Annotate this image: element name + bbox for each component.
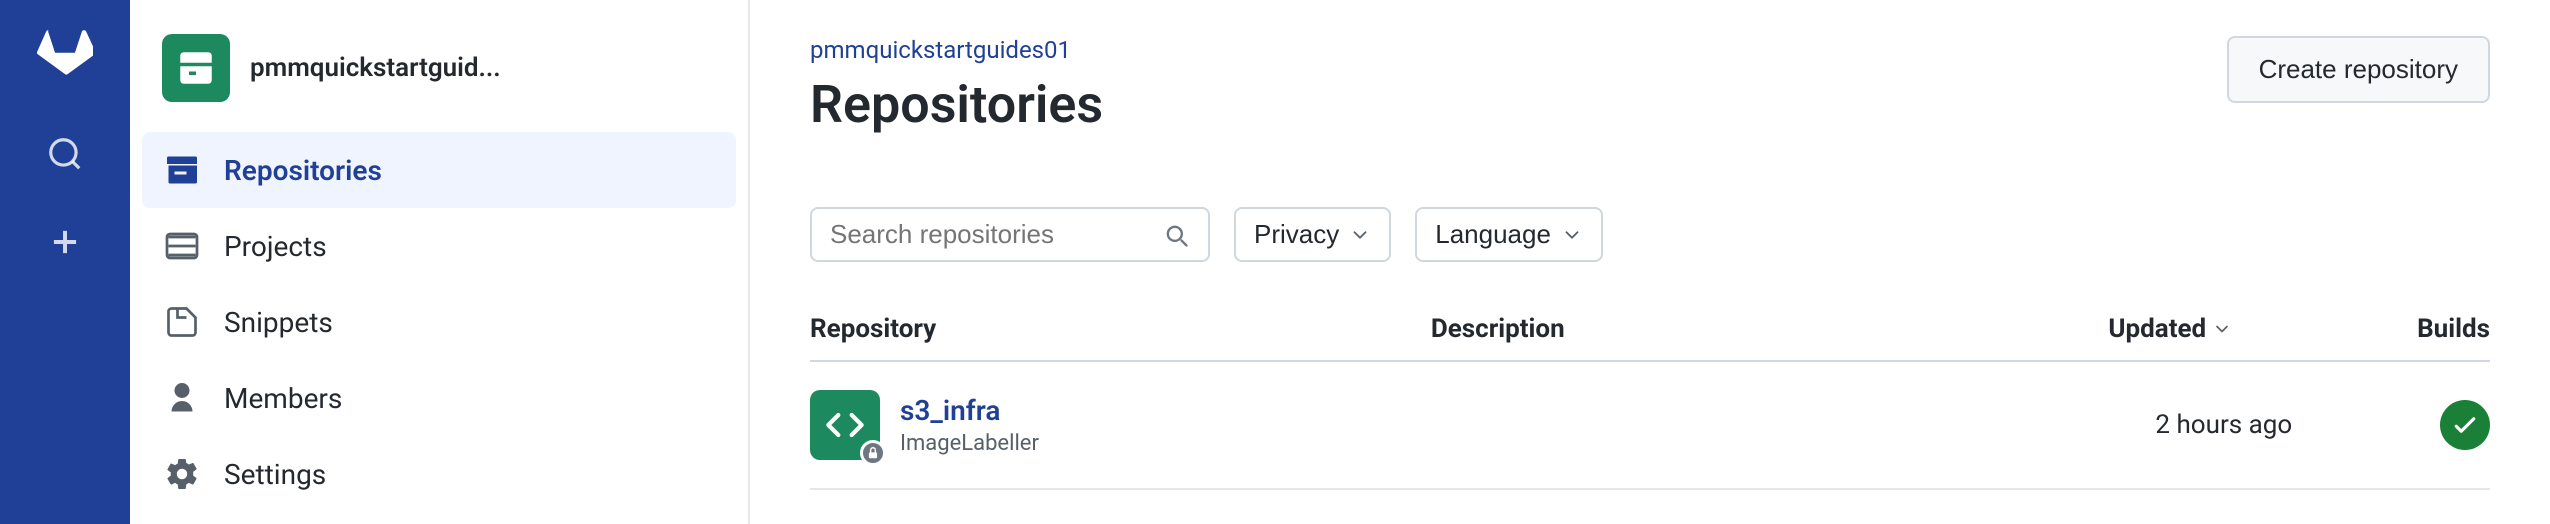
- search-icon[interactable]: [39, 128, 91, 180]
- sidebar-item-projects[interactable]: Projects: [130, 208, 748, 284]
- projects-icon: [162, 226, 202, 266]
- repo-name[interactable]: s3_infra: [900, 394, 1039, 427]
- sidebar-item-repositories[interactable]: Repositories: [142, 132, 736, 208]
- icon-bar: [0, 0, 130, 524]
- search-input[interactable]: [830, 219, 1148, 250]
- repo-name-info: s3_infra ImageLabeller: [900, 394, 1039, 456]
- repo-description-cell: [1431, 361, 1794, 489]
- col-header-description: Description: [1431, 298, 1794, 361]
- sidebar-item-label: Repositories: [224, 154, 382, 187]
- create-repository-button[interactable]: Create repository: [2227, 36, 2490, 103]
- page-header-left: pmmquickstartguides01 Repositories: [810, 36, 1103, 171]
- org-name: pmmquickstartguid...: [250, 53, 501, 83]
- language-dropdown[interactable]: Language: [1415, 207, 1603, 262]
- sidebar: pmmquickstartguid... Repositories Projec…: [130, 0, 750, 524]
- repositories-table: Repository Description Updated Builds: [810, 298, 2490, 490]
- checkmark-icon: [2450, 410, 2480, 440]
- main-content: pmmquickstartguides01 Repositories Creat…: [750, 0, 2550, 524]
- sidebar-item-settings[interactable]: Settings: [130, 436, 748, 512]
- repo-name-cell: s3_infra ImageLabeller: [810, 361, 1431, 489]
- privacy-label: Privacy: [1254, 219, 1339, 250]
- org-header[interactable]: pmmquickstartguid...: [130, 24, 748, 132]
- col-header-updated[interactable]: Updated: [1794, 298, 2292, 361]
- search-box[interactable]: [810, 207, 1210, 262]
- lock-icon: [866, 446, 880, 460]
- sidebar-item-members[interactable]: Members: [130, 360, 748, 436]
- sidebar-item-snippets[interactable]: Snippets: [130, 284, 748, 360]
- sidebar-nav: Repositories Projects Snippets: [130, 132, 748, 512]
- sidebar-item-label: Settings: [224, 458, 326, 491]
- sidebar-item-label: Members: [224, 382, 342, 415]
- col-header-builds: Builds: [2292, 298, 2490, 361]
- repositories-icon: [162, 150, 202, 190]
- members-icon: [162, 378, 202, 418]
- sort-icon: [2212, 319, 2232, 339]
- repo-lock-badge: [860, 440, 886, 466]
- settings-icon: [162, 454, 202, 494]
- breadcrumb[interactable]: pmmquickstartguides01: [810, 36, 1103, 64]
- privacy-dropdown[interactable]: Privacy: [1234, 207, 1391, 262]
- col-header-repository: Repository: [810, 298, 1431, 361]
- add-icon[interactable]: [39, 216, 91, 268]
- code-icon: [825, 405, 865, 445]
- chevron-down-icon: [1349, 224, 1371, 246]
- repo-icon: [810, 390, 880, 460]
- table-row: s3_infra ImageLabeller 2 hours ago: [810, 361, 2490, 489]
- chevron-down-icon: [1561, 224, 1583, 246]
- search-icon: [1162, 221, 1190, 249]
- repo-namespace: ImageLabeller: [900, 431, 1039, 456]
- gitlab-logo[interactable]: [29, 20, 101, 92]
- language-label: Language: [1435, 219, 1551, 250]
- build-success-badge[interactable]: [2440, 400, 2490, 450]
- repo-builds-cell: [2292, 361, 2490, 489]
- org-icon: [162, 34, 230, 102]
- toolbar: Privacy Language: [810, 207, 2490, 262]
- sidebar-item-label: Snippets: [224, 306, 333, 339]
- page-header: pmmquickstartguides01 Repositories Creat…: [810, 36, 2490, 171]
- snippets-icon: [162, 302, 202, 342]
- sidebar-item-label: Projects: [224, 230, 327, 263]
- page-title: Repositories: [810, 74, 1103, 135]
- repo-updated-cell: 2 hours ago: [1794, 361, 2292, 489]
